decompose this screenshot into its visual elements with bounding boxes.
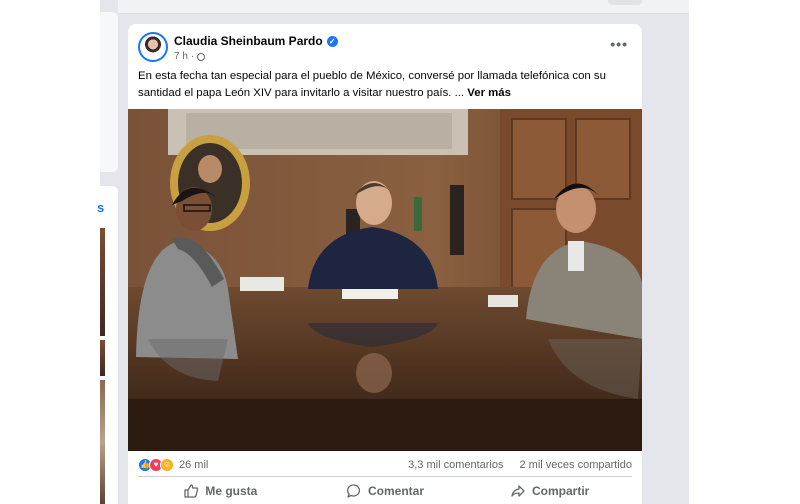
- more-options-icon[interactable]: •••: [610, 36, 628, 52]
- left-column-thumbnail[interactable]: [100, 228, 105, 336]
- divider: [138, 476, 632, 477]
- comments-count[interactable]: 3,3 mil comentarios: [408, 459, 503, 471]
- post-caption: En esta fecha tan especial para el puebl…: [138, 68, 632, 102]
- caption-text: En esta fecha tan especial para el puebl…: [138, 70, 606, 99]
- comment-button[interactable]: Comentar: [303, 478, 468, 504]
- right-gutter: [689, 0, 800, 504]
- post-photo[interactable]: [128, 109, 642, 451]
- avatar[interactable]: [138, 32, 168, 62]
- meta-separator: ·: [190, 51, 195, 62]
- like-button[interactable]: Me gusta: [138, 478, 303, 504]
- comment-icon: [346, 484, 361, 498]
- post-stats: 👍 ♥ ☺ 26 mil 3,3 mil comentarios 2 mil v…: [138, 456, 632, 474]
- left-column-card: [100, 12, 118, 172]
- care-icon: ☺: [160, 458, 174, 472]
- post-timestamp[interactable]: 7 h: [174, 51, 188, 62]
- reactions-summary[interactable]: 👍 ♥ ☺ 26 mil: [138, 458, 208, 472]
- post-photo-image: [128, 109, 642, 451]
- previous-post-edge: [118, 0, 689, 14]
- like-button-label: Me gusta: [205, 484, 258, 498]
- comment-button-label: Comentar: [368, 484, 425, 498]
- globe-icon: [197, 52, 206, 61]
- share-button-label: Compartir: [532, 484, 590, 498]
- thumbs-up-icon: [184, 484, 199, 498]
- author-name[interactable]: Claudia Sheinbaum Pardo: [174, 34, 323, 48]
- shares-count[interactable]: 2 mil veces compartido: [520, 459, 633, 471]
- post-author: Claudia Sheinbaum Pardo ✓: [174, 34, 338, 48]
- facebook-post: Claudia Sheinbaum Pardo ✓ 7 h · ••• En e…: [128, 24, 642, 504]
- post-actions: Me gusta Comentar Compartir: [138, 478, 632, 504]
- verified-badge-icon: ✓: [326, 35, 338, 47]
- post-meta: 7 h ·: [174, 51, 206, 62]
- share-icon: [511, 485, 525, 497]
- left-column-thumbnail[interactable]: [100, 380, 105, 504]
- see-more-link[interactable]: Ver más: [467, 87, 511, 99]
- left-column-thumbnail[interactable]: [100, 340, 105, 376]
- reactions-count[interactable]: 26 mil: [179, 459, 208, 471]
- share-button[interactable]: Compartir: [467, 478, 632, 504]
- left-column-label[interactable]: s: [97, 200, 104, 215]
- previous-post-button[interactable]: [608, 0, 642, 5]
